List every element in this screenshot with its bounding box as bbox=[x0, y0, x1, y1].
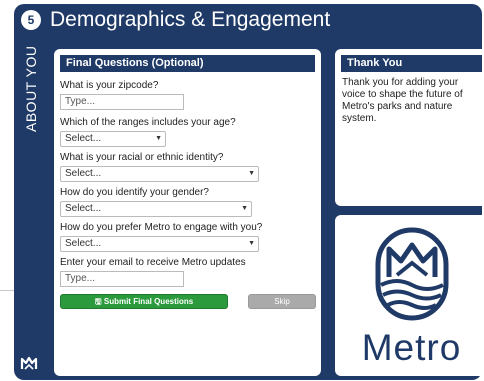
chevron-down-icon: ▼ bbox=[155, 135, 162, 142]
metro-mini-logo-icon bbox=[20, 354, 38, 372]
race-select-value: Select... bbox=[65, 168, 102, 179]
email-input[interactable]: Type... bbox=[60, 271, 184, 287]
divider-line bbox=[0, 290, 14, 291]
metro-logo-panel: Metro bbox=[335, 215, 484, 376]
metro-logo-icon bbox=[375, 227, 449, 321]
panel-heading: Final Questions (Optional) bbox=[60, 55, 315, 72]
zipcode-label: What is your zipcode? bbox=[60, 80, 159, 91]
chevron-down-icon: ▼ bbox=[241, 205, 248, 212]
final-questions-panel: Final Questions (Optional) What is your … bbox=[54, 49, 321, 376]
engage-select-value: Select... bbox=[65, 238, 102, 249]
engage-label: How do you prefer Metro to engage with y… bbox=[60, 222, 263, 233]
skip-button[interactable]: Skip bbox=[248, 294, 316, 309]
survey-frame: 5 Demographics & Engagement ABOUT YOU Fi… bbox=[14, 4, 484, 380]
submit-button[interactable]: 🖫 Submit Final Questions bbox=[60, 294, 228, 309]
chevron-down-icon: ▼ bbox=[248, 170, 255, 177]
race-select[interactable]: Select... ▼ bbox=[60, 166, 259, 182]
age-select-value: Select... bbox=[65, 133, 102, 144]
chevron-down-icon: ▼ bbox=[248, 240, 255, 247]
submit-button-label: Submit Final Questions bbox=[103, 297, 194, 306]
gender-label: How do you identify your gender? bbox=[60, 187, 209, 198]
thank-you-message: Thank you for adding your voice to shape… bbox=[342, 77, 463, 124]
section-side-label: ABOUT YOU bbox=[23, 45, 39, 133]
email-label: Enter your email to receive Metro update… bbox=[60, 257, 246, 268]
age-select[interactable]: Select... ▼ bbox=[60, 131, 166, 147]
engage-select[interactable]: Select... ▼ bbox=[60, 236, 259, 252]
save-icon: 🖫 bbox=[94, 297, 102, 306]
step-number-badge: 5 bbox=[21, 10, 41, 30]
race-label: What is your racial or ethnic identity? bbox=[60, 152, 224, 163]
metro-wordmark: Metro bbox=[361, 327, 462, 368]
gender-select[interactable]: Select... ▼ bbox=[60, 201, 252, 217]
gender-select-value: Select... bbox=[65, 203, 102, 214]
thank-you-panel: Thank You Thank you for adding your voic… bbox=[335, 49, 484, 206]
zipcode-input[interactable]: Type... bbox=[60, 94, 184, 110]
page-title: Demographics & Engagement bbox=[50, 8, 331, 31]
thank-you-heading: Thank You bbox=[341, 55, 482, 72]
age-label: Which of the ranges includes your age? bbox=[60, 117, 236, 128]
